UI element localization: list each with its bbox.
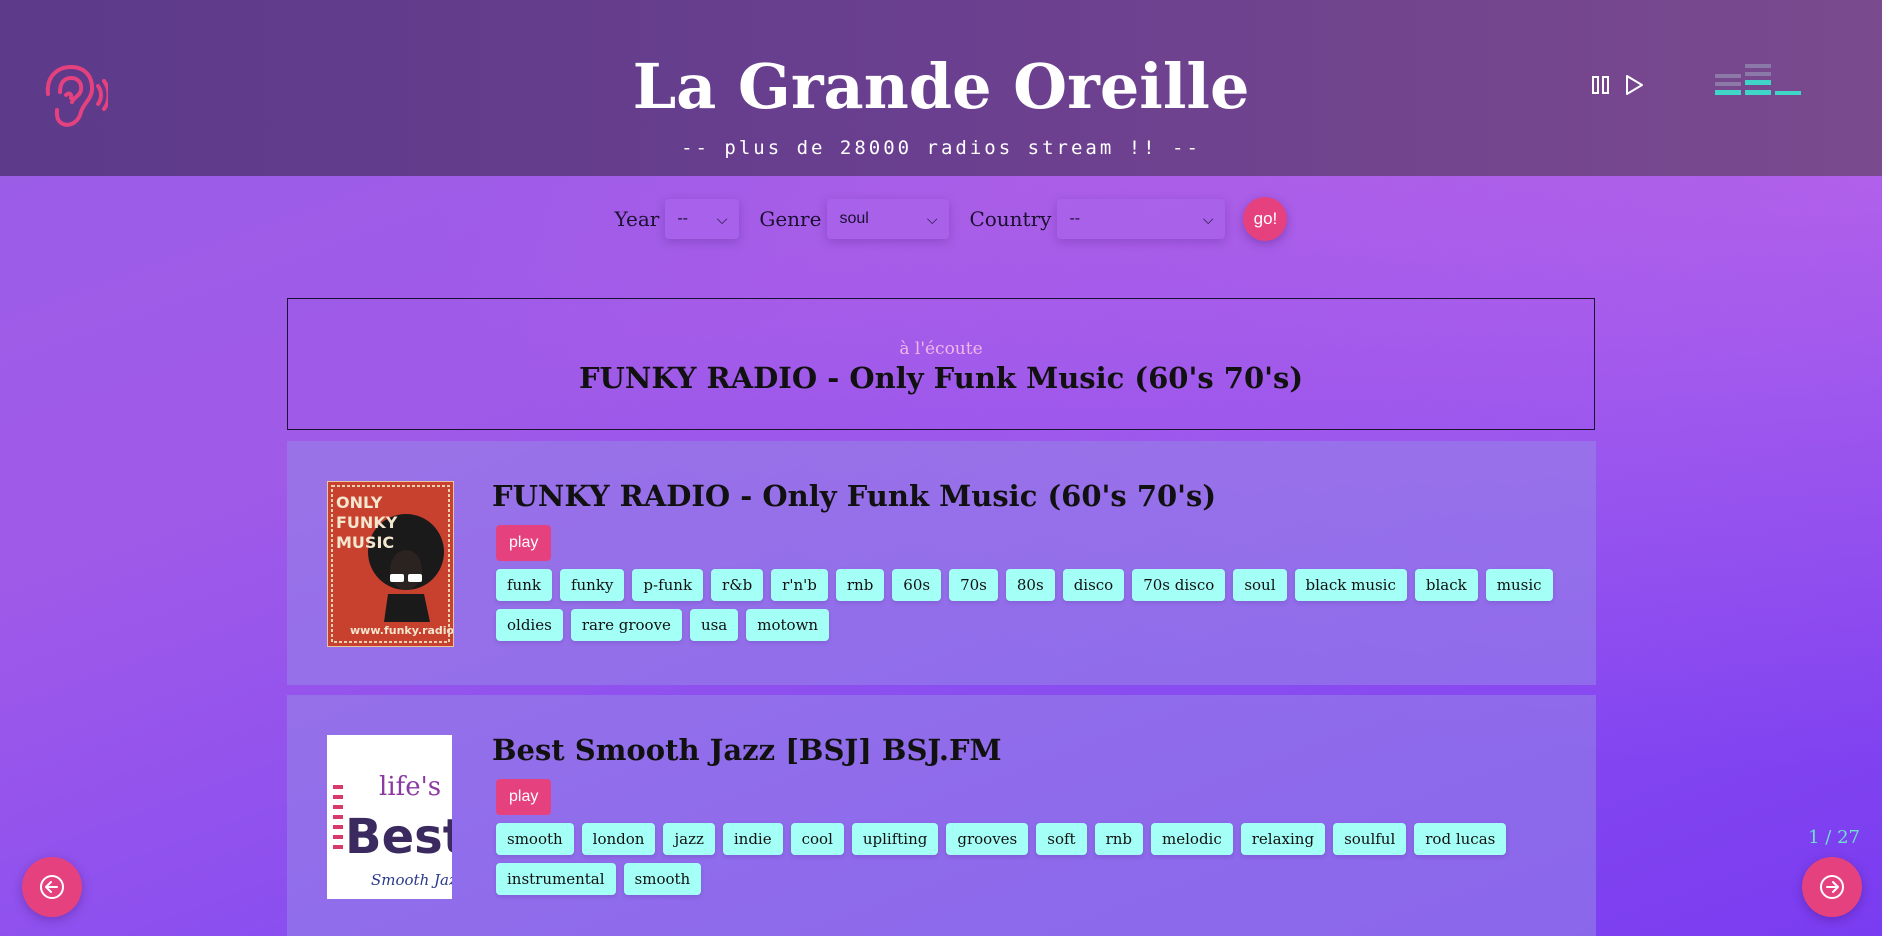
tag[interactable]: r'n'b — [771, 569, 828, 601]
thumb-text: Best — [345, 809, 452, 865]
tag[interactable]: funky — [559, 569, 625, 601]
tag[interactable]: rnb — [835, 569, 885, 601]
station-title: FUNKY RADIO - Only Funk Music (60's 70's… — [492, 479, 1217, 513]
go-button[interactable]: go! — [1243, 197, 1288, 241]
country-label: Country — [969, 207, 1052, 231]
chevron-down-icon: ⌵ — [926, 210, 938, 227]
arrow-left-circle-icon — [40, 875, 64, 899]
tag[interactable]: 80s — [1005, 569, 1055, 601]
site-subtitle: -- plus de 28000 radios stream !! -- — [681, 137, 1201, 159]
tag[interactable]: music — [1485, 569, 1553, 601]
tag[interactable]: instrumental — [496, 863, 616, 895]
year-select[interactable]: -- ⌵ — [665, 199, 740, 239]
filter-bar: Year -- ⌵ Genre soul ⌵ Country -- ⌵ go! — [0, 197, 1882, 241]
tag[interactable]: indie — [722, 823, 783, 855]
tag[interactable]: melodic — [1151, 823, 1233, 855]
tag[interactable]: 60s — [892, 569, 942, 601]
thumb-text: FUNKY — [336, 513, 398, 532]
equalizer-icon — [1715, 64, 1801, 95]
tag[interactable]: black — [1414, 569, 1478, 601]
genre-label: Genre — [759, 207, 822, 231]
previous-page-button[interactable] — [22, 857, 82, 917]
tag[interactable]: 70s — [949, 569, 998, 601]
tag[interactable]: r&b — [711, 569, 764, 601]
tag[interactable]: 70s disco — [1132, 569, 1226, 601]
genre-select[interactable]: soul ⌵ — [827, 199, 950, 239]
tag[interactable]: soul — [1233, 569, 1287, 601]
chevron-down-icon: ⌵ — [716, 210, 728, 227]
tag[interactable]: motown — [746, 609, 830, 641]
station-thumbnail[interactable]: ONLY FUNKY MUSIC www.funky.radio — [327, 481, 454, 647]
tag[interactable]: funk — [496, 569, 552, 601]
thumb-text: www.funky.radio — [350, 624, 453, 637]
tag[interactable]: p-funk — [632, 569, 704, 601]
bsj-logo: life's Best Smooth Jazz — [327, 735, 452, 899]
tag[interactable]: usa — [689, 609, 739, 641]
now-playing-title: FUNKY RADIO - Only Funk Music (60's 70's… — [578, 361, 1304, 395]
play-icon[interactable] — [1623, 74, 1645, 96]
thumb-text: Smooth Jazz — [371, 871, 452, 889]
play-button[interactable]: play — [496, 779, 552, 815]
thumb-text: MUSIC — [336, 533, 394, 552]
tag[interactable]: soulful — [1333, 823, 1407, 855]
tag-list: funk funky p-funk r&b r'n'b rnb 60s 70s … — [496, 569, 1576, 649]
chevron-down-icon: ⌵ — [1202, 210, 1214, 227]
tag[interactable]: rare groove — [570, 609, 682, 641]
arrow-right-circle-icon — [1820, 875, 1844, 899]
funky-radio-logo: ONLY FUNKY MUSIC www.funky.radio — [328, 482, 453, 646]
now-playing-panel: à l'écoute FUNKY RADIO - Only Funk Music… — [287, 298, 1595, 430]
tag[interactable]: smooth — [623, 863, 702, 895]
now-playing-label: à l'écoute — [899, 339, 983, 359]
tag[interactable]: rod lucas — [1414, 823, 1507, 855]
tag[interactable]: london — [581, 823, 656, 855]
tag[interactable]: cool — [790, 823, 844, 855]
tag[interactable]: soft — [1036, 823, 1087, 855]
tag[interactable]: disco — [1062, 569, 1125, 601]
year-select-value: -- — [677, 210, 688, 227]
year-label: Year — [614, 207, 660, 231]
tag-list: smooth london jazz indie cool uplifting … — [496, 823, 1576, 903]
tag[interactable]: smooth — [496, 823, 574, 855]
country-select-value: -- — [1069, 210, 1081, 227]
thumb-text: life's — [379, 772, 441, 802]
tag[interactable]: grooves — [946, 823, 1029, 855]
station-title: Best Smooth Jazz [BSJ] BSJ.FM — [492, 733, 1002, 767]
genre-select-value: soul — [839, 210, 869, 227]
play-button[interactable]: play — [496, 525, 552, 561]
station-card: ONLY FUNKY MUSIC www.funky.radio FUNKY R… — [287, 441, 1596, 685]
tag[interactable]: black music — [1294, 569, 1407, 601]
tag[interactable]: rnb — [1094, 823, 1144, 855]
tag[interactable]: relaxing — [1240, 823, 1326, 855]
tag[interactable]: uplifting — [851, 823, 939, 855]
tag[interactable]: jazz — [663, 823, 715, 855]
station-thumbnail[interactable]: life's Best Smooth Jazz — [327, 735, 452, 899]
pause-icon[interactable] — [1590, 74, 1612, 96]
thumb-text: ONLY — [336, 493, 383, 512]
next-page-button[interactable] — [1802, 857, 1862, 917]
tag[interactable]: oldies — [496, 609, 563, 641]
station-card: life's Best Smooth Jazz Best Smooth Jazz… — [287, 695, 1596, 936]
country-select[interactable]: -- ⌵ — [1057, 199, 1226, 239]
page-indicator: 1 / 27 — [1808, 827, 1860, 848]
site-header: La Grande Oreille -- plus de 28000 radio… — [0, 0, 1882, 176]
